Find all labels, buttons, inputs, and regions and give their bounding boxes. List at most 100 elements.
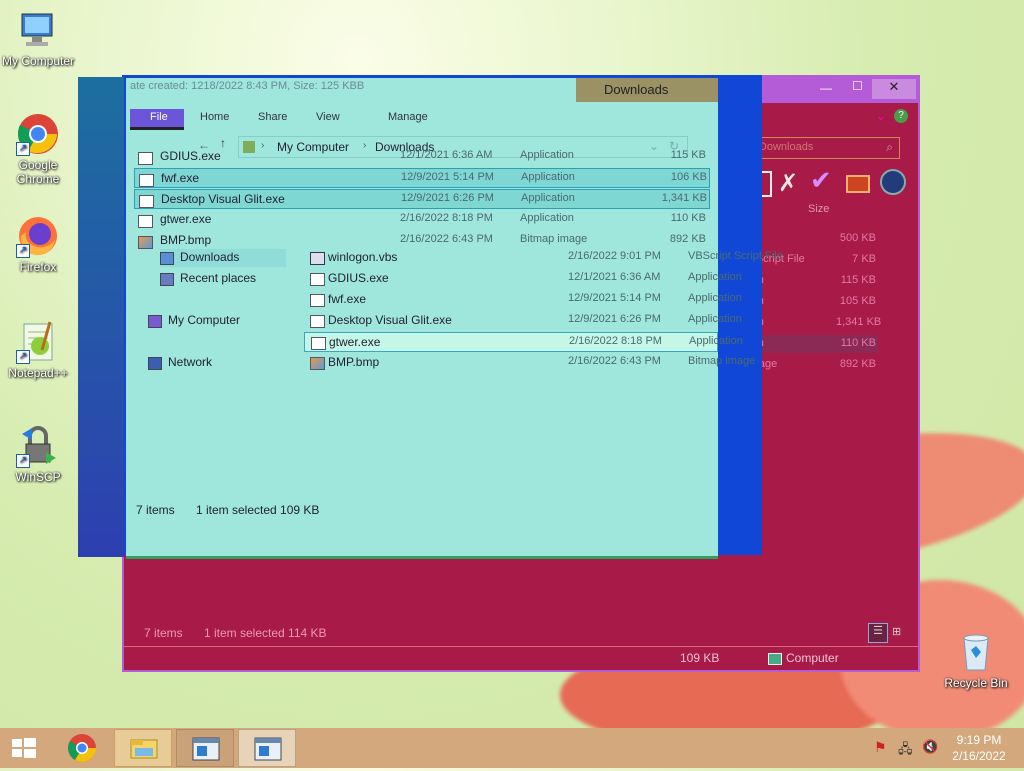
desktop-icon-my-computer[interactable]: My Computer bbox=[0, 8, 76, 68]
recent-places-icon bbox=[160, 273, 174, 286]
desktop-icon-winscp[interactable]: ↗ WinSCP bbox=[0, 424, 76, 484]
file-date: 12/1/2021 6:36 AM bbox=[568, 271, 661, 283]
ribbon-tab-label: File bbox=[150, 111, 168, 123]
back-file-size: 105 KB bbox=[839, 295, 876, 307]
shortcut-arrow-icon: ↗ bbox=[16, 142, 30, 156]
computer-icon bbox=[148, 315, 162, 328]
desktop-icon-notepadpp[interactable]: ↗ Notepad++ bbox=[0, 320, 76, 380]
ghost-file-date: 12/1/2021 6:36 AM bbox=[400, 149, 493, 161]
notepadpp-icon: ↗ bbox=[16, 320, 60, 364]
toolbar-check-icon[interactable]: ✔ bbox=[810, 165, 832, 196]
toolbar-gear-icon[interactable] bbox=[880, 169, 906, 195]
file-row[interactable]: fwf.exe 12/9/2021 5:14 PM Application bbox=[304, 290, 742, 310]
clock[interactable]: 9:19 PM 2/16/2022 bbox=[946, 732, 1012, 764]
ghost-file-row[interactable]: gtwer.exe 2/16/2022 8:18 PM Application 110… bbox=[134, 210, 710, 230]
file-name: BMP.bmp bbox=[328, 355, 380, 369]
desktop-icon-google-chrome[interactable]: ↗ Google Chrome bbox=[0, 112, 76, 186]
ribbon-tab-manage[interactable]: Manage bbox=[388, 111, 428, 123]
chrome-icon: ↗ bbox=[16, 112, 60, 156]
file-row[interactable]: Desktop Visual Glit.exe 12/9/2021 6:26 PM… bbox=[304, 311, 742, 331]
ribbon-tab-share[interactable]: Share bbox=[258, 111, 287, 123]
window-icon bbox=[192, 737, 220, 761]
file-row[interactable]: BMP.bmp 2/16/2022 6:43 PM Bitmap image bbox=[304, 353, 755, 373]
ghost-file-type: Application bbox=[520, 149, 574, 161]
shortcut-arrow-icon: ↗ bbox=[16, 454, 30, 468]
toolbar-delete-icon[interactable]: ✗ bbox=[778, 169, 798, 198]
maximize-button[interactable]: ☐ bbox=[852, 79, 863, 93]
ghost-file-type: Application bbox=[521, 192, 575, 204]
file-name: fwf.exe bbox=[328, 292, 367, 306]
taskbar-window-button[interactable] bbox=[176, 729, 234, 767]
ribbon-tab-file[interactable]: File bbox=[130, 109, 184, 130]
file-row[interactable]: gtwer.exe 2/16/2022 8:18 PM Application bbox=[304, 332, 743, 352]
details-view-icon[interactable]: ☰ bbox=[868, 623, 888, 643]
size-column-header[interactable]: Size bbox=[808, 203, 829, 215]
file-type: Application bbox=[688, 271, 742, 283]
ghost-file-size: 1,341 KB bbox=[661, 192, 707, 204]
ghost-file-row[interactable]: fwf.exe 12/9/2021 5:14 PM Application 106 K… bbox=[134, 168, 710, 188]
nav-item-my-computer[interactable]: My Computer bbox=[148, 312, 286, 330]
ghost-file-size: 106 KB bbox=[670, 171, 707, 183]
ribbon-tab-view[interactable]: View bbox=[316, 111, 340, 123]
search-icon[interactable]: ⌕ bbox=[886, 140, 893, 155]
ghost-file-name: BMP.bmp bbox=[160, 233, 212, 247]
window-title: Downloads bbox=[604, 82, 669, 97]
computer-icon bbox=[16, 8, 60, 52]
file-name: Desktop Visual Glit.exe bbox=[328, 313, 452, 327]
winscp-icon: ↗ bbox=[16, 424, 60, 468]
desktop-icon-firefox[interactable]: ↗ Firefox bbox=[0, 214, 76, 274]
nav-item-network[interactable]: Network bbox=[148, 354, 286, 372]
taskbar-chrome-button[interactable] bbox=[58, 728, 106, 768]
firefox-icon: ↗ bbox=[16, 214, 60, 258]
ghost-file-date: 2/16/2022 6:43 PM bbox=[400, 233, 493, 245]
back-file-size: 892 KB bbox=[839, 358, 876, 370]
file-icon bbox=[139, 195, 154, 208]
file-row[interactable]: GDIUS.exe 12/1/2021 6:36 AM Application bbox=[304, 269, 742, 289]
ghost-file-date: 12/9/2021 5:14 PM bbox=[401, 171, 494, 183]
minimize-button[interactable]: — bbox=[820, 81, 832, 95]
close-button[interactable]: ✕ bbox=[872, 79, 916, 99]
toolbar-properties-icon[interactable] bbox=[846, 175, 870, 193]
back-file-size: 115 KB bbox=[840, 274, 876, 286]
taskbar-file-explorer-button[interactable] bbox=[114, 729, 172, 767]
taskbar-window-button[interactable] bbox=[238, 729, 296, 767]
shortcut-arrow-icon: ↗ bbox=[16, 350, 30, 364]
tiles-view-icon[interactable]: ⊞ bbox=[892, 625, 901, 638]
downloads-icon bbox=[160, 252, 174, 265]
footer-size: 109 KB bbox=[680, 651, 720, 665]
volume-muted-icon[interactable]: 🔇 bbox=[922, 740, 938, 755]
file-name: winlogon.vbs bbox=[328, 250, 398, 264]
file-date: 2/16/2022 8:18 PM bbox=[569, 335, 662, 347]
network-icon[interactable]: 🖧 bbox=[898, 740, 913, 762]
desktop-icon-label: Recycle Bin bbox=[944, 676, 1008, 690]
file-icon bbox=[138, 152, 153, 165]
back-file-size: 500 KB bbox=[839, 232, 876, 244]
action-center-flag-icon[interactable]: ⚑ bbox=[874, 740, 887, 756]
file-row[interactable]: winlogon.vbs 2/16/2022 9:01 PM VBScript Sc… bbox=[304, 248, 783, 268]
desktop-icon-recycle-bin[interactable]: Recycle Bin bbox=[938, 630, 1014, 690]
nav-item-downloads[interactable]: Downloads bbox=[160, 249, 286, 267]
file-date: 12/9/2021 5:14 PM bbox=[568, 292, 661, 304]
file-icon bbox=[310, 315, 325, 328]
ribbon-tab-home[interactable]: Home bbox=[200, 111, 229, 123]
front-explorer-window[interactable]: ate created: 1218/2022 8:43 PM, Size: 12… bbox=[126, 78, 783, 559]
chevron-down-icon[interactable]: ⌄ bbox=[876, 109, 886, 123]
start-button[interactable] bbox=[0, 728, 48, 768]
ghost-file-row[interactable]: Desktop Visual Glit.exe 12/9/2021 6:26 PM… bbox=[134, 189, 710, 209]
file-icon bbox=[311, 337, 326, 350]
desktop-icon-label: My Computer bbox=[1, 54, 75, 68]
ghost-file-row[interactable]: GDIUS.exe 12/1/2021 6:36 AM Application 115… bbox=[134, 147, 710, 167]
file-type: Bitmap image bbox=[688, 355, 756, 367]
back-status-items: 7 items bbox=[144, 626, 183, 640]
file-icon bbox=[310, 294, 325, 307]
nav-item-label: My Computer bbox=[168, 313, 241, 327]
nav-item-recent-places[interactable]: Recent places bbox=[160, 270, 286, 288]
back-file-size: 110 KB bbox=[840, 337, 876, 349]
file-icon bbox=[310, 252, 325, 265]
ghost-title-text: ate created: 1218/2022 8:43 PM, Size: 12… bbox=[130, 80, 365, 92]
shortcut-arrow-icon: ↗ bbox=[16, 244, 30, 258]
nav-item-label: Downloads bbox=[180, 250, 240, 264]
help-icon[interactable]: ? bbox=[894, 109, 908, 123]
file-type: Application bbox=[689, 335, 743, 347]
chrome-icon bbox=[68, 734, 96, 762]
